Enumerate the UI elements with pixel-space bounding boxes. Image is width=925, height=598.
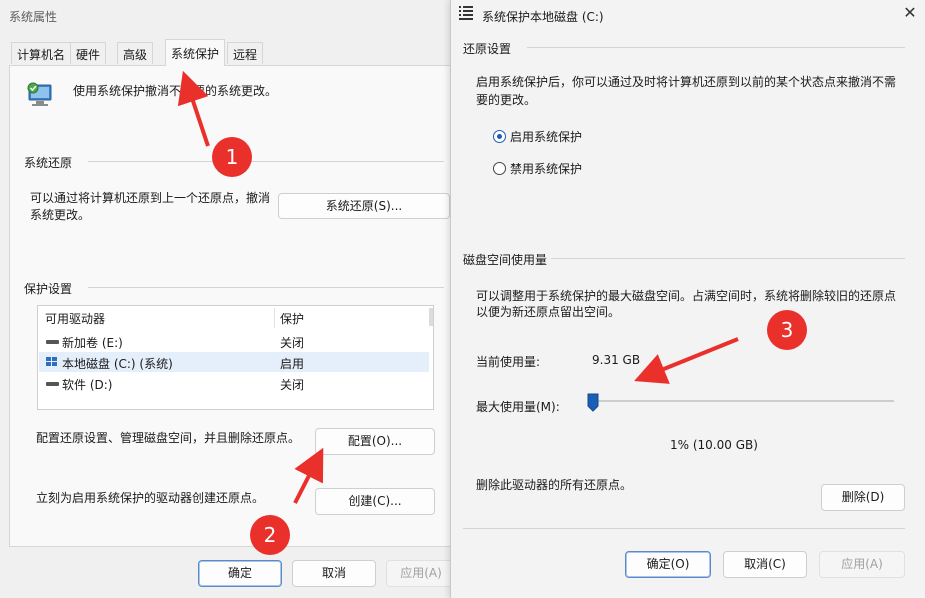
arrow-1 [177, 70, 210, 147]
annotation-arrows [177, 70, 739, 504]
annotation-badge-1: 1 [212, 137, 252, 177]
arrow-3 [634, 337, 739, 384]
tab-system-protection[interactable]: 系统保护 [165, 39, 226, 66]
arrow-2 [293, 447, 324, 504]
annotation-badge-3: 3 [767, 310, 807, 350]
annotation-badge-2: 2 [250, 515, 290, 555]
